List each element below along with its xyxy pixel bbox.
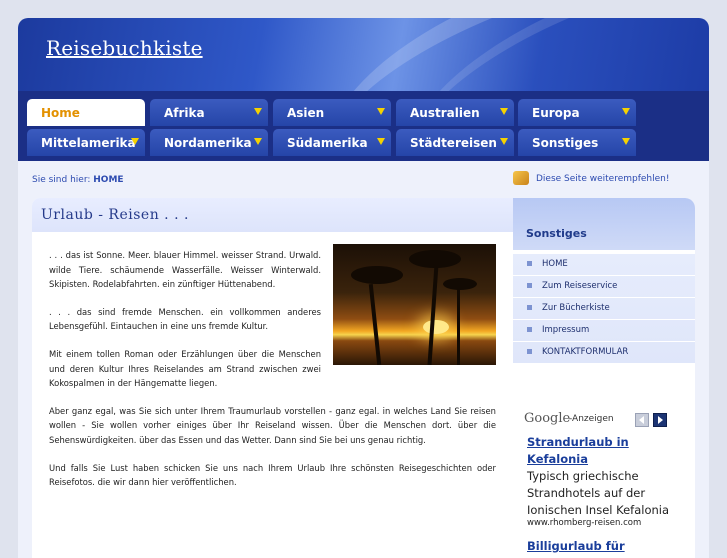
bullet-icon bbox=[527, 349, 532, 354]
site-header: Reisebuchkiste bbox=[18, 18, 709, 268]
sidebar-item-label: Impressum bbox=[542, 325, 590, 335]
tab-label: Afrika bbox=[164, 106, 205, 120]
tab-mittelamerika[interactable]: Mittelamerika bbox=[27, 129, 145, 156]
arrow-down-icon bbox=[254, 138, 262, 145]
page: Reisebuchkiste Home Afrika Asien Austral… bbox=[18, 18, 709, 558]
tab-label: Südamerika bbox=[287, 136, 368, 150]
sidebar-item-home[interactable]: HOME bbox=[513, 254, 695, 276]
sun-shape bbox=[423, 320, 449, 334]
palm-trunk bbox=[368, 284, 382, 365]
tab-europa[interactable]: Europa bbox=[518, 99, 636, 126]
tab-asien[interactable]: Asien bbox=[273, 99, 391, 126]
ad-title-link[interactable]: Strandurlaub in Kefalonia bbox=[527, 434, 687, 468]
bullet-icon bbox=[527, 305, 532, 310]
sidebar-item-kontaktformular[interactable]: KONTAKTFORMULAR bbox=[513, 342, 695, 364]
breadcrumb-home-link[interactable]: HOME bbox=[93, 175, 123, 185]
prev-arrow-icon[interactable] bbox=[635, 413, 649, 427]
tab-label: Mittelamerika bbox=[41, 136, 136, 150]
page-title: Urlaub - Reisen . . . bbox=[41, 207, 189, 223]
sidebar-item-label: Zur Bücherkiste bbox=[542, 303, 610, 313]
main-content: Urlaub - Reisen . . . . . . das ist Sonn… bbox=[32, 198, 513, 558]
arrow-down-icon bbox=[500, 108, 508, 115]
arrow-down-icon bbox=[622, 138, 630, 145]
sidebar-title: Sonstiges bbox=[526, 227, 587, 240]
tab-label: Asien bbox=[287, 106, 325, 120]
sidebar-item-impressum[interactable]: Impressum bbox=[513, 320, 695, 342]
next-arrow-icon[interactable] bbox=[653, 413, 667, 427]
tab-label: Europa bbox=[532, 106, 580, 120]
tab-suedamerika[interactable]: Südamerika bbox=[273, 129, 391, 156]
tab-australien[interactable]: Australien bbox=[396, 99, 514, 126]
sidebar-item-buecherkiste[interactable]: Zur Bücherkiste bbox=[513, 298, 695, 320]
ad-title-link[interactable]: Billigurlaub für bbox=[527, 539, 625, 553]
bullet-icon bbox=[527, 327, 532, 332]
sidebar-item-label: KONTAKTFORMULAR bbox=[542, 347, 629, 357]
sidebar-menu: HOME Zum Reiseservice Zur Bücherkiste Im… bbox=[513, 254, 695, 364]
breadcrumb-prefix: Sie sind hier: bbox=[32, 175, 94, 185]
recommend-icon bbox=[513, 171, 529, 185]
ad-description: Typisch griechische Strandhotels auf der… bbox=[527, 469, 670, 517]
content-paragraph: Und falls Sie Lust haben schicken Sie un… bbox=[49, 462, 496, 488]
tab-home[interactable]: Home bbox=[27, 99, 145, 126]
arrow-down-icon bbox=[377, 108, 385, 115]
sidebar-item-reiseservice[interactable]: Zum Reiseservice bbox=[513, 276, 695, 298]
sidebar-header: Sonstiges bbox=[513, 198, 695, 250]
breadcrumb: Sie sind hier: HOME bbox=[32, 175, 124, 185]
bullet-icon bbox=[527, 283, 532, 288]
site-title-link[interactable]: Reisebuchkiste bbox=[46, 36, 203, 60]
tab-label: Nordamerika bbox=[164, 136, 252, 150]
recommend-label: Diese Seite weiterempfehlen! bbox=[536, 174, 670, 184]
content-paragraph: Aber ganz egal, was Sie sich unter Ihrem… bbox=[49, 405, 496, 445]
content-body: . . . das ist Sonne. Meer. blauer Himmel… bbox=[49, 244, 496, 503]
tab-label: Städtereisen bbox=[410, 136, 497, 150]
palm-frond bbox=[351, 266, 403, 284]
palm-trunk bbox=[427, 263, 439, 365]
arrow-down-icon bbox=[131, 138, 139, 145]
google-logo: Google bbox=[524, 411, 571, 426]
tab-label: Home bbox=[41, 106, 80, 120]
tab-staedtereisen[interactable]: Städtereisen bbox=[396, 129, 514, 156]
arrow-down-icon bbox=[622, 108, 630, 115]
content-header: Urlaub - Reisen . . . bbox=[32, 198, 513, 232]
palm-frond bbox=[409, 250, 461, 268]
ads-label: -Anzeigen bbox=[569, 414, 614, 424]
sidebar-item-label: Zum Reiseservice bbox=[542, 281, 618, 291]
ad-url[interactable]: www.rhomberg-reisen.com bbox=[527, 518, 641, 528]
tab-nordamerika[interactable]: Nordamerika bbox=[150, 129, 268, 156]
palm-trunk bbox=[457, 288, 460, 365]
sunset-palm-photo bbox=[333, 244, 496, 365]
tab-afrika[interactable]: Afrika bbox=[150, 99, 268, 126]
main-nav: Home Afrika Asien Australien Europa Mitt… bbox=[18, 91, 709, 161]
arrow-down-icon bbox=[377, 138, 385, 145]
bullet-icon bbox=[527, 261, 532, 266]
sidebar-item-label: HOME bbox=[542, 259, 568, 269]
tab-label: Australien bbox=[410, 106, 480, 120]
tab-label: Sonstiges bbox=[532, 136, 599, 150]
tab-sonstiges[interactable]: Sonstiges bbox=[518, 129, 636, 156]
sidebar: Sonstiges HOME Zum Reiseservice Zur Büch… bbox=[513, 198, 695, 558]
palm-frond bbox=[443, 278, 477, 290]
arrow-down-icon bbox=[254, 108, 262, 115]
arrow-down-icon bbox=[500, 138, 508, 145]
